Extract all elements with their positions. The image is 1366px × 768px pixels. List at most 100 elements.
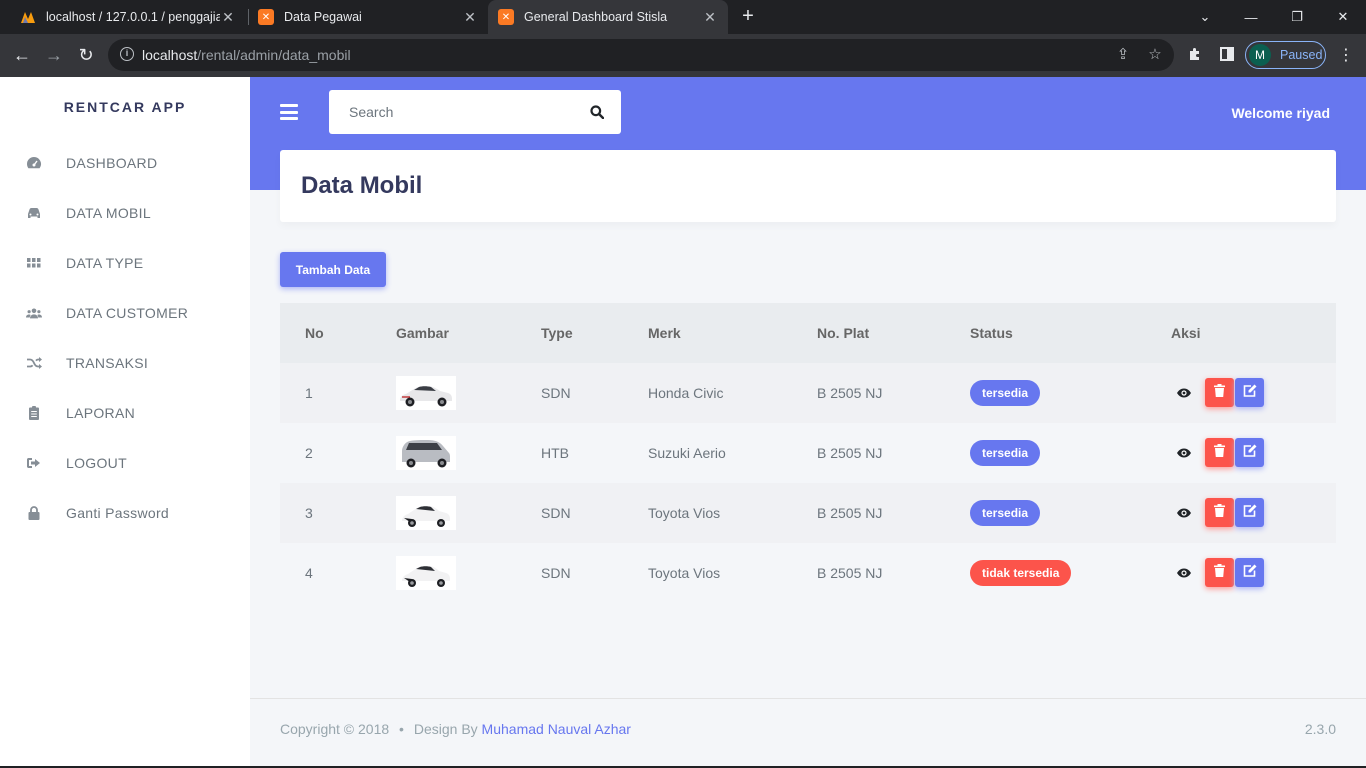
edit-button[interactable]	[1235, 558, 1264, 587]
sidebar-item-data-mobil[interactable]: DATA MOBIL	[0, 191, 250, 235]
author-link[interactable]: Muhamad Nauval Azhar	[482, 721, 631, 737]
delete-button[interactable]	[1205, 498, 1234, 527]
table-row: 4 SDN Toyota Vios B 2505 NJ tidak tersed…	[280, 543, 1336, 603]
delete-button[interactable]	[1205, 438, 1234, 467]
search-icon[interactable]	[587, 102, 607, 122]
bookmark-star-icon[interactable]: ☆	[1145, 45, 1165, 65]
column-header: Gambar	[396, 325, 449, 341]
column-header: No. Plat	[817, 325, 870, 341]
cell-no: 1	[305, 385, 313, 401]
sidebar-item-dashboard[interactable]: DASHBOARD	[0, 141, 250, 185]
car-image	[396, 496, 456, 530]
browser-tab-bar: localhost / 127.0.0.1 / penggajian ✕ ✕ D…	[0, 0, 1366, 34]
add-data-button[interactable]: Tambah Data	[280, 252, 386, 287]
window-close-icon[interactable]: ✕	[1320, 0, 1366, 34]
forward-arrow-icon[interactable]: →	[42, 43, 66, 67]
random-icon	[26, 355, 42, 371]
sidebar-item-data-customer[interactable]: DATA CUSTOMER	[0, 291, 250, 335]
user-welcome-dropdown[interactable]: Welcome riyad	[1231, 105, 1330, 121]
cell-plat: B 2505 NJ	[817, 565, 883, 581]
eye-icon[interactable]	[1176, 385, 1192, 401]
edit-icon	[1243, 384, 1257, 402]
cell-merk: Suzuki Aerio	[648, 445, 726, 461]
edit-button[interactable]	[1235, 438, 1264, 467]
column-header: No	[305, 325, 324, 341]
share-icon[interactable]: ⇪	[1113, 45, 1133, 65]
edit-button[interactable]	[1235, 378, 1264, 407]
cell-merk: Toyota Vios	[648, 565, 721, 581]
reload-icon[interactable]: ↻	[74, 43, 98, 67]
sign-out-icon	[26, 455, 42, 471]
car-image	[396, 376, 456, 410]
back-arrow-icon[interactable]: ←	[10, 43, 34, 67]
column-header: Merk	[648, 325, 681, 341]
sidebar-item-logout[interactable]: LOGOUT	[0, 441, 250, 485]
hamburger-menu-icon[interactable]	[280, 104, 298, 120]
dashboard-gauge-icon	[26, 155, 42, 171]
new-tab-plus-icon[interactable]: +	[738, 6, 758, 26]
profile-button[interactable]: M Paused	[1245, 41, 1326, 69]
status-badge: tersedia	[970, 380, 1041, 406]
edit-button[interactable]	[1235, 498, 1264, 527]
trash-icon	[1214, 443, 1225, 462]
column-header: Aksi	[1171, 325, 1201, 341]
tab-search-chevron-icon[interactable]: ⌄	[1182, 0, 1228, 34]
lock-icon	[26, 505, 42, 521]
table-row: 1 SDN Honda Civic B 2505 NJ tersedia	[280, 363, 1336, 423]
sidebar-item-ganti-password[interactable]: Ganti Password	[0, 491, 250, 535]
sidebar-item-label: Ganti Password	[66, 505, 170, 521]
tab-divider	[248, 9, 249, 25]
trash-icon	[1214, 503, 1225, 522]
status-badge: tersedia	[970, 440, 1041, 466]
xampp-icon: ✕	[498, 9, 514, 25]
extensions-puzzle-icon[interactable]	[1185, 46, 1205, 66]
delete-button[interactable]	[1205, 558, 1234, 587]
cell-type: HTB	[541, 445, 569, 461]
eye-icon[interactable]	[1176, 445, 1192, 461]
avatar: M	[1249, 44, 1271, 66]
cell-no: 3	[305, 505, 313, 521]
close-icon[interactable]: ✕	[220, 9, 236, 26]
table-row: 2 HTB Suzuki Aerio B 2505 NJ tersedia	[280, 423, 1336, 483]
status-badge: tersedia	[970, 500, 1041, 526]
close-icon[interactable]: ✕	[702, 9, 718, 26]
sidebar-item-laporan[interactable]: LAPORAN	[0, 391, 250, 435]
sidebar: RENTCAR APP DASHBOARD DATA MOBIL DATA TY…	[0, 77, 250, 768]
minimize-icon[interactable]: —	[1228, 0, 1274, 34]
car-image	[396, 556, 456, 590]
maximize-icon[interactable]: ❐	[1274, 0, 1320, 34]
eye-icon[interactable]	[1176, 565, 1192, 581]
page-title: Data Mobil	[301, 172, 423, 199]
cell-plat: B 2505 NJ	[817, 505, 883, 521]
sidebar-item-data-type[interactable]: DATA TYPE	[0, 241, 250, 285]
edit-icon	[1243, 444, 1257, 462]
delete-button[interactable]	[1205, 378, 1234, 407]
sidebar-item-label: TRANSAKSI	[66, 355, 149, 371]
site-info-icon[interactable]: i	[120, 47, 134, 61]
brand-title[interactable]: RENTCAR APP	[0, 99, 250, 115]
tab-title: Data Pegawai	[284, 10, 362, 24]
menu-kebab-icon[interactable]: ⋮	[1338, 46, 1354, 66]
car-icon	[26, 205, 42, 221]
design-by-text: Design By	[413, 721, 478, 737]
cell-merk: Toyota Vios	[648, 505, 721, 521]
close-icon[interactable]: ✕	[462, 9, 478, 26]
cell-merk: Honda Civic	[648, 385, 724, 401]
xampp-icon: ✕	[258, 9, 274, 25]
profile-status: Paused	[1280, 48, 1323, 62]
browser-tab-data-pegawai[interactable]: ✕ Data Pegawai ✕	[250, 0, 486, 34]
column-header: Status	[970, 325, 1013, 341]
data-table: No Gambar Type Merk No. Plat Status Aksi…	[280, 303, 1336, 603]
browser-tab-phpmyadmin[interactable]: localhost / 127.0.0.1 / penggajian ✕	[12, 0, 244, 34]
sidebar-item-label: DATA CUSTOMER	[66, 305, 189, 321]
grid-icon	[26, 255, 42, 271]
footer-bullet: •	[399, 721, 404, 737]
eye-icon[interactable]	[1176, 505, 1192, 521]
sidebar-item-transaksi[interactable]: TRANSAKSI	[0, 341, 250, 385]
search-input[interactable]	[329, 90, 579, 134]
browser-tab-dashboard-stisla[interactable]: ✕ General Dashboard Stisla ✕	[488, 0, 728, 34]
side-panel-icon[interactable]	[1217, 46, 1237, 66]
column-header: Type	[541, 325, 573, 341]
url-text[interactable]: localhost/rental/admin/data_mobil	[142, 47, 351, 63]
address-bar[interactable]: i localhost/rental/admin/data_mobil ⇪ ☆	[108, 39, 1174, 71]
